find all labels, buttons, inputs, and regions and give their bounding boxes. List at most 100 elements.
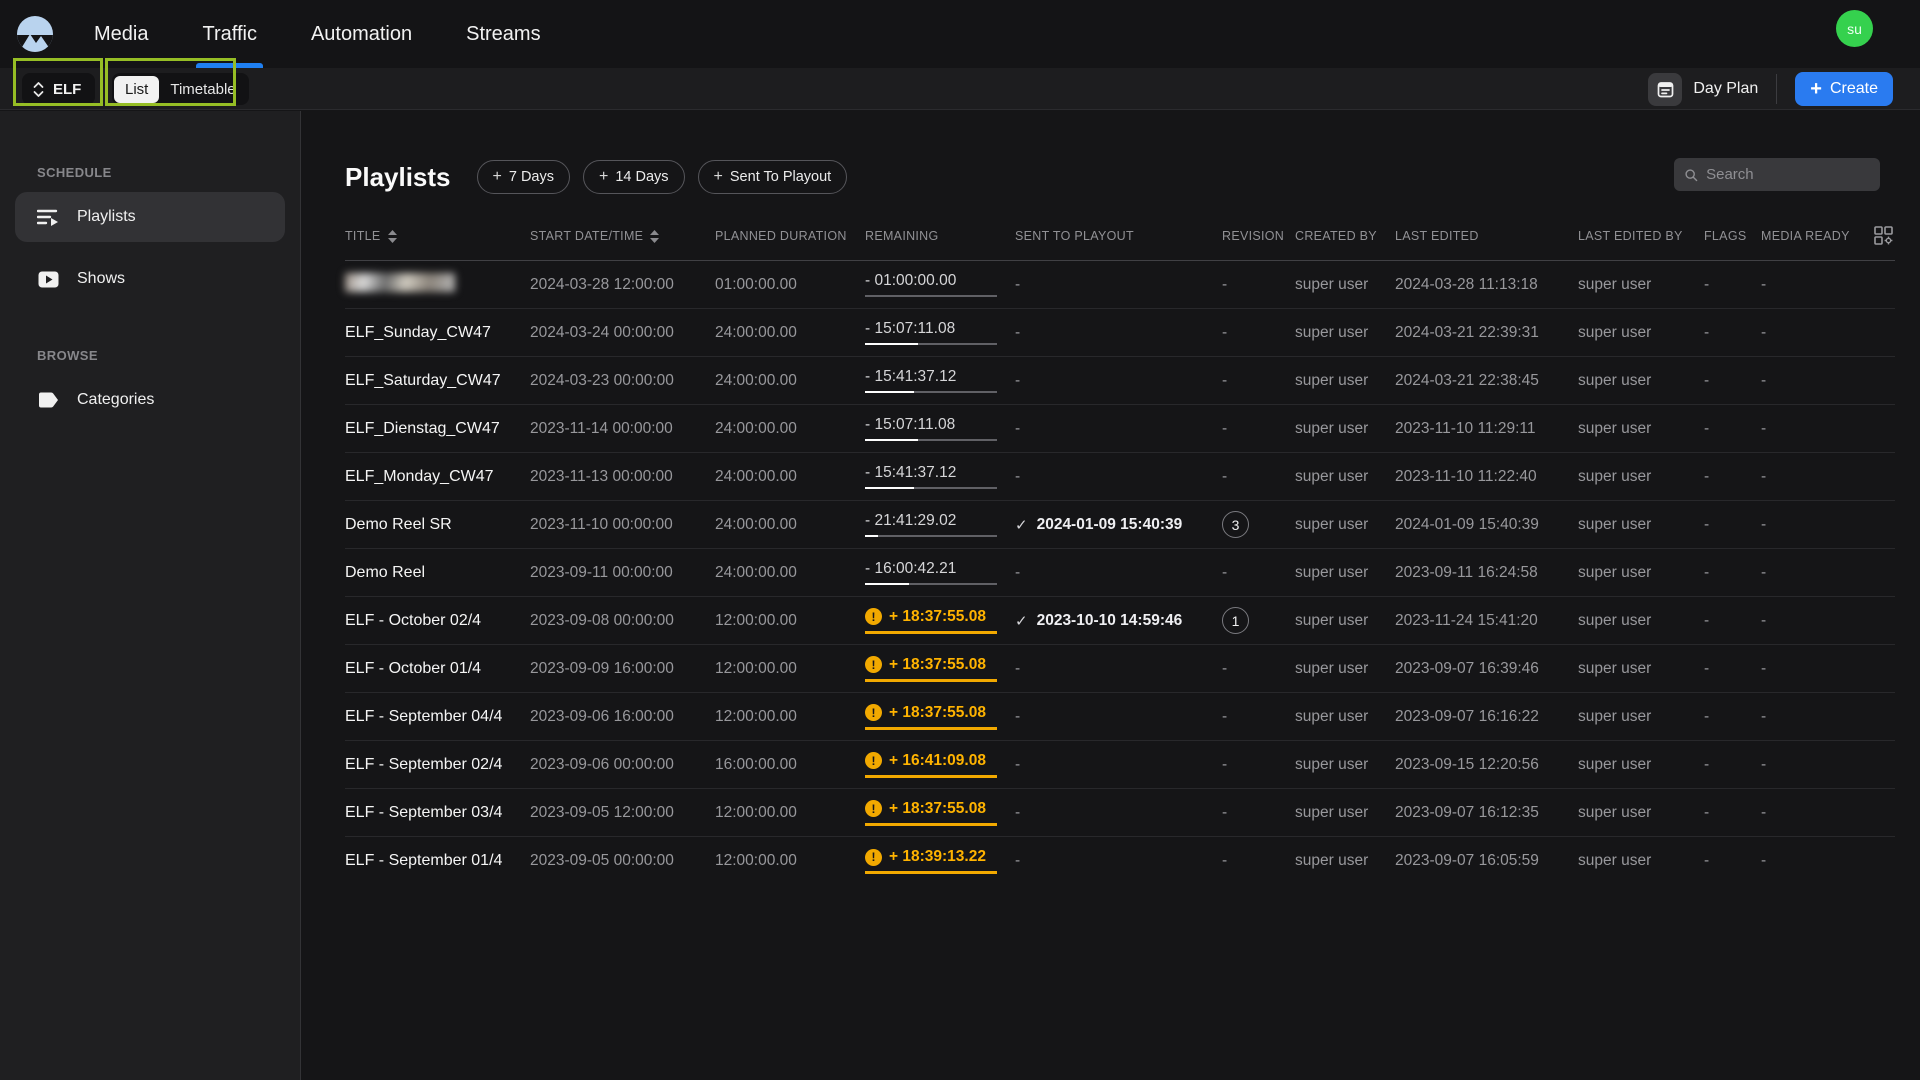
cell-created-by: super user — [1295, 755, 1369, 773]
table-row[interactable]: ELF_Sunday_CW47 2024-03-24 00:00:00 24:00:… — [345, 309, 1895, 357]
remaining-progress-bar — [865, 583, 997, 585]
sent-to-playout-value: ✓ 2024-01-09 15:40:39 — [1015, 516, 1212, 534]
sort-icon[interactable] — [650, 229, 660, 243]
table-header: TITLE START DATE/TIME PLANNED DURATION R… — [345, 225, 1895, 261]
cell-start-datetime: 2023-11-14 00:00:00 — [530, 419, 673, 437]
cell-last-edited-by: super user — [1578, 275, 1652, 293]
remaining-progress-fill — [865, 535, 879, 537]
filter-7-days-button[interactable]: 7 Days — [476, 160, 570, 194]
sidebar-item-shows[interactable]: Shows — [15, 254, 285, 304]
column-label: MEDIA READY — [1761, 229, 1850, 243]
cell-start-datetime: 2023-11-13 00:00:00 — [530, 467, 673, 485]
filter-label: 7 Days — [508, 169, 554, 185]
filter-label: 14 Days — [615, 169, 669, 185]
cell-revision: - — [1222, 852, 1228, 869]
column-header-title[interactable]: TITLE — [345, 229, 530, 243]
cell-last-edited: 2023-09-15 12:20:56 — [1395, 755, 1539, 773]
table-row[interactable]: 2024-03-28 12:00:00 01:00:00.00 - 01:00:00… — [345, 261, 1895, 309]
channel-select[interactable]: ELF — [22, 73, 96, 105]
nav-item-streams[interactable]: Streams — [456, 0, 550, 68]
filter-sent-to-playout-button[interactable]: Sent To Playout — [697, 160, 848, 194]
cell-flags: - — [1704, 323, 1710, 341]
cell-media-ready: - — [1761, 323, 1767, 341]
day-plan-label[interactable]: Day Plan — [1693, 80, 1758, 98]
remaining-text: - 01:00:00.00 — [865, 272, 997, 290]
table-row[interactable]: ELF - October 02/4 2023-09-08 00:00:00 12:… — [345, 597, 1895, 645]
remaining-progress-bar — [865, 726, 997, 730]
table-row[interactable]: Demo Reel 2023-09-11 00:00:00 24:00:00.00 -… — [345, 549, 1895, 597]
sidebar-item-categories[interactable]: Categories — [15, 375, 285, 425]
cell-flags: - — [1704, 371, 1710, 389]
user-avatar[interactable]: su — [1836, 10, 1873, 47]
remaining-value: - 15:07:11.08 — [865, 320, 956, 337]
cell-planned-duration: 24:00:00.00 — [715, 371, 797, 389]
column-header-media-ready: MEDIA READY — [1761, 229, 1861, 243]
nav-item-traffic[interactable]: Traffic — [192, 0, 266, 68]
channel-select-value: ELF — [53, 80, 82, 98]
cell-revision: - — [1222, 323, 1228, 341]
nav-item-automation[interactable]: Automation — [301, 0, 422, 68]
cell-remaining: ! + 18:37:55.08 — [865, 656, 1015, 682]
cell-last-edited: 2023-09-07 16:05:59 — [1395, 852, 1539, 869]
table-row[interactable]: ELF - September 03/4 2023-09-05 12:00:00 1… — [345, 789, 1895, 837]
table-row[interactable]: ELF - September 01/4 2023-09-05 00:00:00 1… — [345, 837, 1895, 885]
cell-planned-duration: 01:00:00.00 — [715, 275, 797, 293]
cell-media-ready: - — [1761, 852, 1767, 869]
remaining-indicator: - 15:07:11.08 — [865, 416, 997, 441]
cell-title: ELF_Sunday_CW47 — [345, 323, 491, 341]
app-logo[interactable] — [12, 11, 58, 57]
cell-last-edited-by: super user — [1578, 563, 1652, 581]
cell-revision: - — [1222, 371, 1228, 389]
table-row[interactable]: ELF_Saturday_CW47 2024-03-23 00:00:00 24:0… — [345, 357, 1895, 405]
cell-media-ready: - — [1761, 707, 1767, 725]
cell-created-by: super user — [1295, 371, 1369, 389]
view-toggle-list[interactable]: List — [114, 75, 160, 103]
table-row[interactable]: Demo Reel SR 2023-11-10 00:00:00 24:00:00.… — [345, 501, 1895, 549]
remaining-indicator: - 21:41:29.02 — [865, 512, 997, 537]
cell-title: ELF_Monday_CW47 — [345, 467, 494, 485]
cell-title: ELF_Saturday_CW47 — [345, 371, 501, 389]
remaining-progress-bar — [865, 822, 997, 826]
sent-to-playout-value: ✓ 2023-10-10 14:59:46 — [1015, 612, 1212, 630]
cell-media-ready: - — [1761, 755, 1767, 773]
remaining-indicator: ! + 18:37:55.08 — [865, 608, 997, 634]
table-row[interactable]: ELF_Monday_CW47 2023-11-13 00:00:00 24:00:… — [345, 453, 1895, 501]
cell-last-edited: 2023-09-07 16:12:35 — [1395, 803, 1539, 821]
day-plan-button[interactable] — [1648, 72, 1683, 106]
column-label: TITLE — [345, 229, 381, 243]
cell-start-datetime: 2023-09-06 16:00:00 — [530, 707, 674, 725]
column-header-remaining: REMAINING — [865, 229, 1015, 243]
cell-last-edited: 2024-03-21 22:38:45 — [1395, 371, 1539, 389]
sidebar-item-label: Playlists — [77, 208, 136, 225]
cell-planned-duration: 12:00:00.00 — [715, 659, 797, 677]
cell-created-by: super user — [1295, 515, 1369, 533]
table-row[interactable]: ELF_Dienstag_CW47 2023-11-14 00:00:00 24:0… — [345, 405, 1895, 453]
table-row[interactable]: ELF - October 01/4 2023-09-09 16:00:00 12:… — [345, 645, 1895, 693]
cell-last-edited-by: super user — [1578, 803, 1652, 821]
cell-start-datetime: 2024-03-23 00:00:00 — [530, 371, 674, 389]
sort-icon[interactable] — [387, 229, 397, 243]
sidebar-item-playlists[interactable]: Playlists — [15, 192, 285, 242]
table-columns-settings-button[interactable] — [1861, 225, 1895, 247]
cell-media-ready: - — [1761, 419, 1767, 437]
remaining-value: + 18:37:55.08 — [889, 607, 986, 625]
table-row[interactable]: ELF - September 04/4 2023-09-06 16:00:00 1… — [345, 693, 1895, 741]
cell-media-ready: - — [1761, 659, 1767, 677]
redacted-title — [345, 272, 455, 292]
filter-14-days-button[interactable]: 14 Days — [583, 160, 685, 194]
table-row[interactable]: ELF - September 02/4 2023-09-06 00:00:00 1… — [345, 741, 1895, 789]
search-input[interactable] — [1706, 166, 1870, 183]
plus-icon — [493, 169, 502, 185]
nav-item-media[interactable]: Media — [84, 0, 158, 68]
column-header-start-datetime[interactable]: START DATE/TIME — [530, 229, 715, 243]
remaining-progress-bar — [865, 774, 997, 778]
view-toggle-timetable[interactable]: Timetable — [159, 76, 246, 103]
column-label: START DATE/TIME — [530, 229, 644, 243]
create-button[interactable]: Create — [1795, 72, 1893, 106]
cell-flags: - — [1704, 515, 1710, 533]
cell-last-edited-by: super user — [1578, 755, 1652, 773]
cell-remaining: ! + 18:37:55.08 — [865, 608, 1015, 634]
playlist-icon — [36, 208, 60, 227]
check-icon: ✓ — [1015, 516, 1028, 534]
cell-title: Demo Reel — [345, 563, 426, 581]
